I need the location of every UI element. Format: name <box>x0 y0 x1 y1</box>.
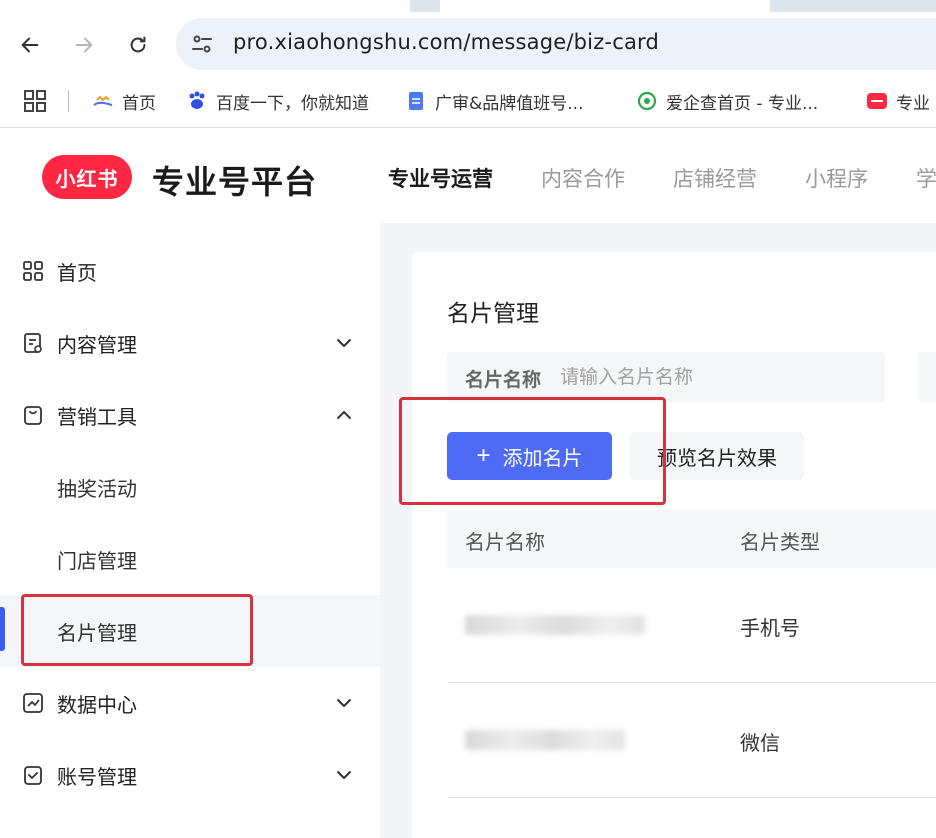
sidebar-item-lottery[interactable]: 抽奖活动 <box>0 451 380 523</box>
sidebar-item-label: 账号管理 <box>57 764 137 789</box>
bookmark-baidu[interactable]: 百度一下，你就知道 <box>186 88 369 114</box>
content-icon <box>24 333 42 353</box>
bookmark-home[interactable]: 首页 <box>92 88 156 114</box>
back-button[interactable] <box>15 30 45 60</box>
home-bookmark-icon <box>92 90 114 112</box>
sidebar-item-label: 首页 <box>57 260 97 285</box>
nav-store-ops[interactable]: 店铺经营 <box>673 163 757 193</box>
secondary-filter[interactable] <box>918 352 936 402</box>
sidebar-item-label: 内容管理 <box>57 332 137 357</box>
sidebar-item-store[interactable]: 门店管理 <box>0 523 380 595</box>
chart-icon <box>23 693 43 713</box>
bookmarks-divider <box>68 90 69 112</box>
bookmark-doc[interactable]: 广审&品牌值班号... <box>405 88 583 114</box>
sidebar-item-label: 抽奖活动 <box>57 476 137 501</box>
chevron-down-icon[interactable] <box>333 764 355 786</box>
sidebar-item-label: 名片管理 <box>57 620 137 645</box>
table-header: 名片名称 名片类型 <box>447 510 936 568</box>
add-card-button[interactable]: + 添加名片 <box>447 432 612 480</box>
reload-button[interactable] <box>123 30 153 60</box>
column-header-type: 名片类型 <box>740 530 820 554</box>
card-type-cell: 微信 <box>740 731 780 755</box>
nav-mini-program[interactable]: 小程序 <box>805 163 868 193</box>
bookmark-aiqicha[interactable]: 爱企查首页 - 专业... <box>636 88 818 114</box>
bookmark-xiaohongshu[interactable]: 专业 <box>866 88 930 114</box>
redacted-card-name <box>465 615 645 635</box>
aiqicha-icon <box>636 90 658 112</box>
filter-label: 名片名称 <box>465 369 542 391</box>
sidebar-item-label: 门店管理 <box>57 548 137 573</box>
bookmark-label: 专业 <box>896 93 930 114</box>
bookmarks-bar: 首页 百度一下，你就知道 广审&品牌值班号... 爱企查首页 - 专业... 专… <box>0 76 936 128</box>
sidebar-item-account[interactable]: 账号管理 <box>0 739 380 811</box>
site-settings-icon[interactable] <box>190 32 214 56</box>
top-navigation: 专业号运营 内容合作 店铺经营 小程序 学 <box>388 163 936 193</box>
sidebar-item-content[interactable]: 内容管理 <box>0 307 380 379</box>
xiaohongshu-logo[interactable]: 小红书 <box>42 155 132 199</box>
browser-tab[interactable] <box>440 0 770 12</box>
browser-tab-strip <box>0 0 936 12</box>
apps-grid-icon[interactable] <box>24 90 46 112</box>
bookmark-label: 百度一下，你就知道 <box>216 93 369 114</box>
nav-pro-account-ops[interactable]: 专业号运营 <box>388 163 493 193</box>
chevron-up-icon[interactable] <box>333 404 355 426</box>
address-bar[interactable]: pro.xiaohongshu.com/message/biz-card <box>176 18 936 70</box>
reload-icon <box>130 36 146 53</box>
sidebar-item-biz-card[interactable]: 名片管理 <box>0 595 380 667</box>
bookmark-label: 广审&品牌值班号... <box>435 93 584 114</box>
nav-content-collab[interactable]: 内容合作 <box>541 163 625 193</box>
xiaohongshu-icon <box>866 90 888 112</box>
arrow-right-icon <box>75 37 93 53</box>
chevron-down-icon[interactable] <box>333 692 355 714</box>
grid-icon <box>23 261 43 281</box>
table-row[interactable]: 手机号 <box>447 568 936 683</box>
sidebar: 首页 内容管理 营销工具 抽奖活动 门店管理 名片管理 数据中心 账号管理 <box>0 223 380 838</box>
card-name-input[interactable] <box>560 360 860 394</box>
card-name-filter: 名片名称 <box>447 352 885 402</box>
active-indicator <box>0 607 5 651</box>
doc-icon <box>405 90 427 112</box>
account-icon <box>24 766 42 785</box>
card-type-cell: 手机号 <box>740 616 800 640</box>
arrow-left-icon <box>21 37 39 53</box>
bookmark-label: 爱企查首页 - 专业... <box>666 93 819 114</box>
nav-learn[interactable]: 学 <box>916 163 936 193</box>
redacted-card-name <box>465 730 625 750</box>
page-title: 名片管理 <box>447 301 539 327</box>
bag-icon <box>24 406 42 425</box>
sidebar-item-label: 数据中心 <box>57 692 137 717</box>
sidebar-item-data[interactable]: 数据中心 <box>0 667 380 739</box>
preview-card-button[interactable]: 预览名片效果 <box>630 432 804 480</box>
baidu-paw-icon <box>186 90 208 112</box>
chevron-down-icon[interactable] <box>333 332 355 354</box>
sidebar-item-label: 营销工具 <box>57 404 137 429</box>
forward-button[interactable] <box>69 30 99 60</box>
column-header-name: 名片名称 <box>465 530 545 554</box>
browser-tab[interactable] <box>0 0 410 12</box>
add-card-label: 添加名片 <box>502 447 583 470</box>
bookmark-label: 首页 <box>122 93 156 114</box>
app-header: 小红书 专业号平台 专业号运营 内容合作 店铺经营 小程序 学 <box>0 129 936 223</box>
plus-icon: + <box>476 442 491 469</box>
table-row[interactable]: 微信 <box>447 683 936 798</box>
sidebar-item-marketing[interactable]: 营销工具 <box>0 379 380 451</box>
url-text[interactable]: pro.xiaohongshu.com/message/biz-card <box>233 30 659 54</box>
sidebar-item-home[interactable]: 首页 <box>0 235 380 307</box>
platform-title: 专业号平台 <box>152 163 318 201</box>
browser-toolbar: pro.xiaohongshu.com/message/biz-card <box>0 12 936 76</box>
